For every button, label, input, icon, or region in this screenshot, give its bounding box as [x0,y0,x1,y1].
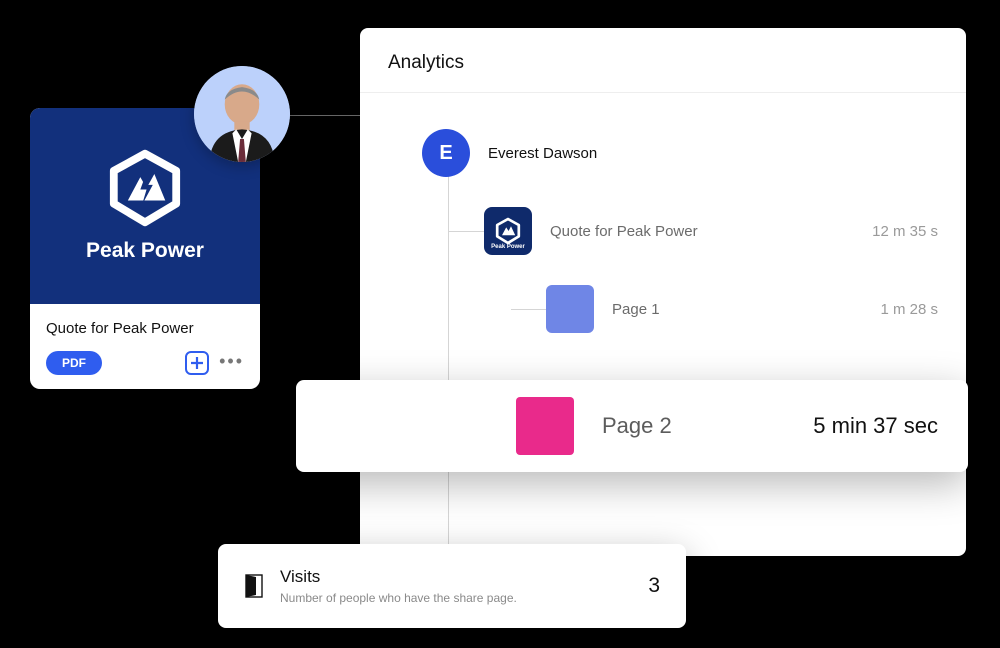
visits-text: Visits Number of people who have the sha… [280,567,517,605]
tree-elbow [511,309,546,310]
tree-item-time: 5 min 37 sec [813,413,938,439]
door-icon [244,574,264,598]
viewer-avatar[interactable] [194,66,290,162]
tree-item-label: Quote for Peak Power [550,223,854,240]
tree-item-time: 1 m 28 s [880,301,938,318]
viewer-name: Everest Dawson [488,145,920,162]
page-node-icon [546,285,594,333]
visits-count: 3 [648,574,660,598]
viewer-initial: E [439,142,452,165]
visits-title: Visits [280,567,517,587]
visits-card[interactable]: Visits Number of people who have the sha… [218,544,686,628]
tree-item-page-1[interactable]: Page 1 1 m 28 s [546,285,938,333]
more-options-button[interactable]: ••• [219,352,244,374]
analytics-panel: Analytics E Everest Dawson Peak Power Qu… [360,28,966,556]
add-button[interactable] [185,351,209,375]
brand-name: Peak Power [86,239,204,263]
analytics-heading: Analytics [360,52,966,92]
tree-elbow [449,231,484,232]
viewer-row[interactable]: E Everest Dawson [422,129,938,177]
tree-item-page-2-highlighted[interactable]: Page 2 5 min 37 sec [296,380,968,472]
plus-icon [191,357,203,369]
tree-item-time: 12 m 35 s [872,223,938,240]
avatar-connector-line [290,115,360,116]
document-actions: PDF ••• [46,351,244,375]
avatar-image [194,66,290,162]
tree-item-label: Page 2 [576,413,813,439]
file-type-badge[interactable]: PDF [46,351,102,375]
visits-subtitle: Number of people who have the share page… [280,591,517,605]
peak-power-mini-icon [493,216,523,246]
peak-power-logo-icon [106,149,184,227]
document-title: Quote for Peak Power [46,320,244,337]
tree-item-label: Page 1 [612,301,862,318]
page-node-icon [516,397,574,455]
analytics-tree: E Everest Dawson Peak Power Quote for Pe… [360,93,966,333]
tree-item-document[interactable]: Peak Power Quote for Peak Power 12 m 35 … [484,207,938,255]
mini-brand-label: Peak Power [491,244,525,250]
document-node-icon: Peak Power [484,207,532,255]
viewer-initial-badge: E [422,129,470,177]
document-body: Quote for Peak Power PDF ••• [30,304,260,389]
